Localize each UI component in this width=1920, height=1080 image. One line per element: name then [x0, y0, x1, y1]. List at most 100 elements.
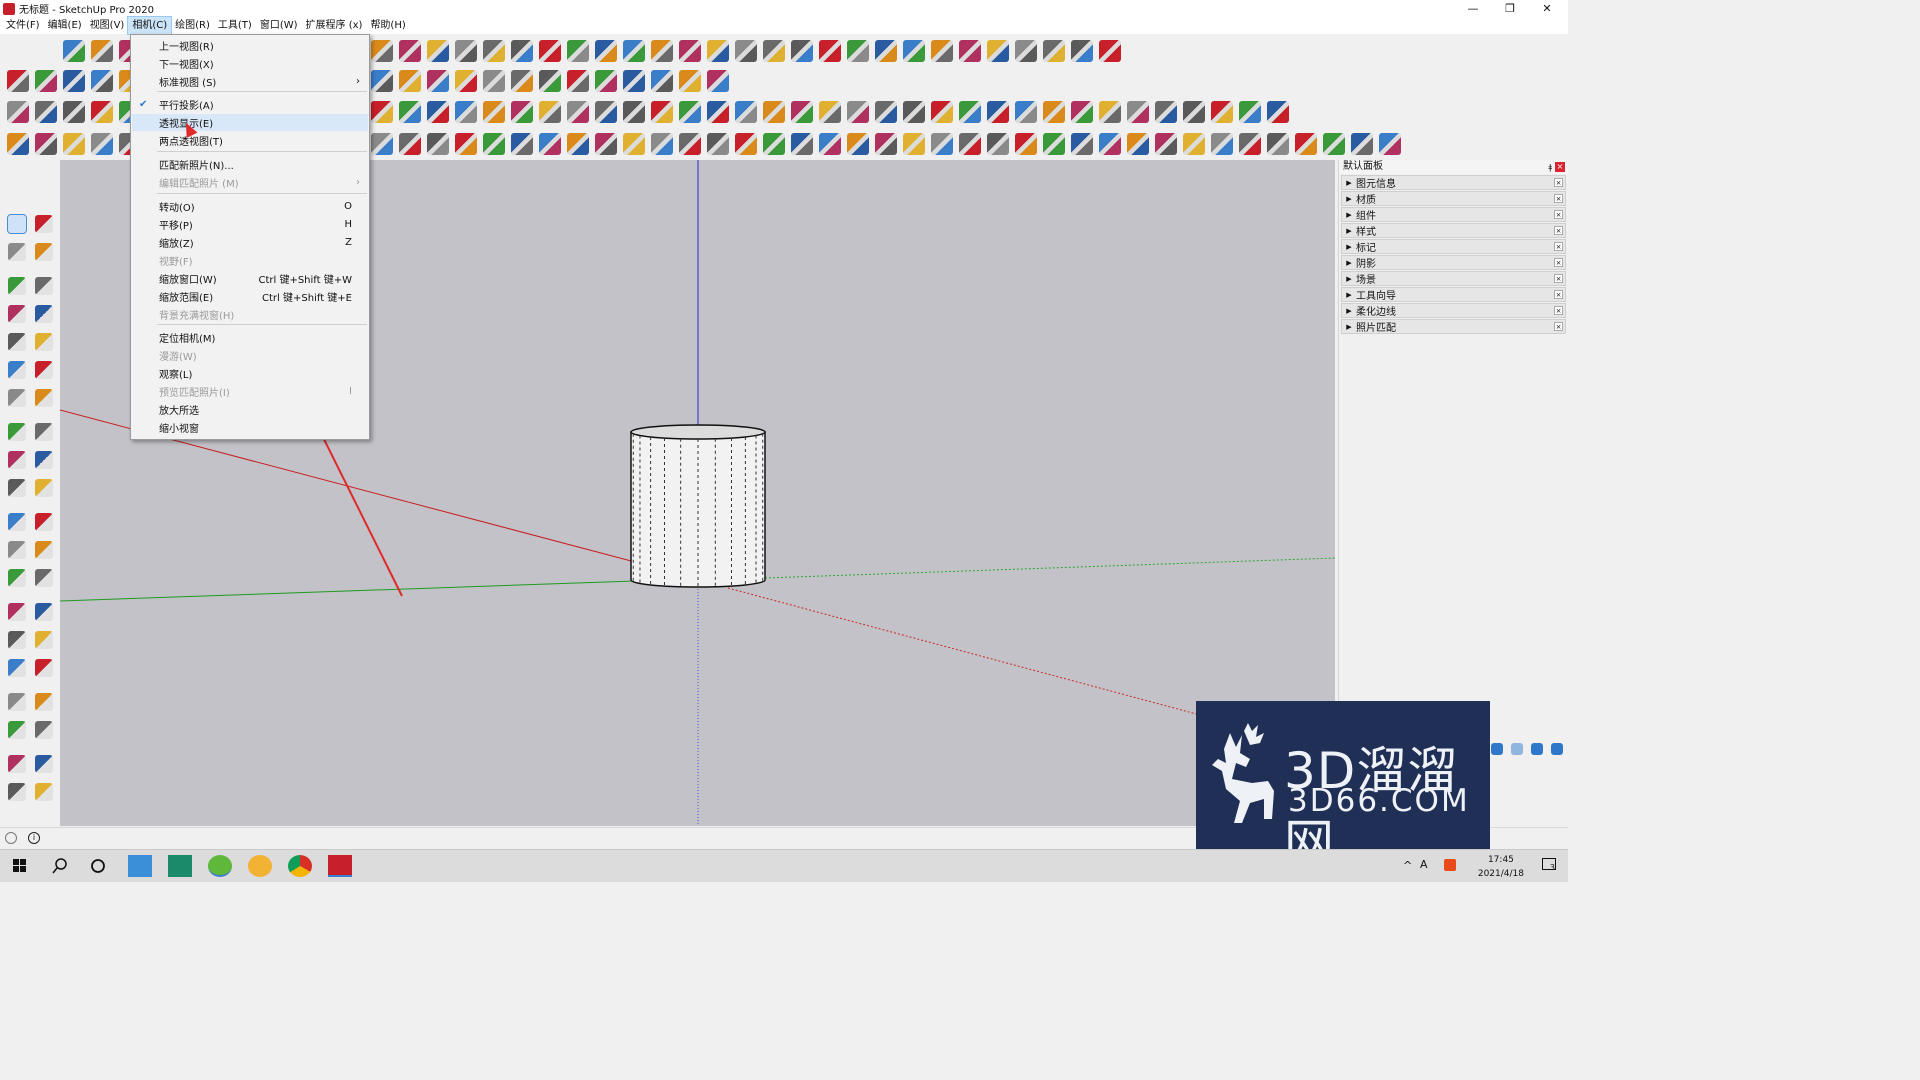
- left-tool-icon[interactable]: [7, 214, 27, 234]
- tray-panel[interactable]: ▶ 照片匹配 ×: [1341, 319, 1566, 334]
- toolbar-tool-icon[interactable]: [1351, 133, 1373, 155]
- toolbar-tool-icon[interactable]: [511, 101, 533, 123]
- desktop-app-icon[interactable]: [128, 855, 152, 877]
- toolbar-tool-icon[interactable]: [847, 133, 869, 155]
- left-tool-icon[interactable]: [8, 333, 26, 351]
- tray-panel[interactable]: ▶ 标记 ×: [1341, 239, 1566, 254]
- toolbar-tool-icon[interactable]: [1071, 101, 1093, 123]
- toolbar-tool-icon[interactable]: [791, 133, 813, 155]
- toolbar-tool-icon[interactable]: [1015, 40, 1037, 62]
- toolbar-tool-icon[interactable]: [511, 133, 533, 155]
- panel-close-icon[interactable]: ×: [1554, 322, 1563, 331]
- users-icon[interactable]: [1511, 743, 1523, 755]
- toolbar-tool-icon[interactable]: [567, 40, 589, 62]
- left-tool-icon[interactable]: [35, 333, 53, 351]
- toolbar-tool-icon[interactable]: [427, 101, 449, 123]
- toolbar-tool-icon[interactable]: [567, 70, 589, 92]
- toolbar-tool-icon[interactable]: [455, 101, 477, 123]
- toolbar-tool-icon[interactable]: [931, 101, 953, 123]
- toolbar-tool-icon[interactable]: [903, 40, 925, 62]
- left-tool-icon[interactable]: [8, 513, 26, 531]
- toolbar-tool-icon[interactable]: [791, 101, 813, 123]
- toolbar-tool-icon[interactable]: [371, 101, 393, 123]
- toolbar-tool-icon[interactable]: [1043, 101, 1065, 123]
- menu-extensions[interactable]: 扩展程序 (x): [302, 17, 367, 34]
- toolbar-tool-icon[interactable]: [539, 101, 561, 123]
- ime-icon[interactable]: A: [1420, 858, 1428, 871]
- toolbar-tool-icon[interactable]: [623, 101, 645, 123]
- toolbar-tool-icon[interactable]: [63, 133, 85, 155]
- tray-panel[interactable]: ▶ 柔化边线 ×: [1341, 303, 1566, 318]
- left-tool-icon[interactable]: [8, 541, 26, 559]
- camera-menu-item[interactable]: 缩放(Z) Z: [132, 234, 368, 251]
- tray-close-icon[interactable]: ×: [1555, 162, 1565, 172]
- toolbar-tool-icon[interactable]: [819, 40, 841, 62]
- toolbar-tool-icon[interactable]: [707, 70, 729, 92]
- wechat-app-icon[interactable]: [208, 855, 232, 877]
- panel-close-icon[interactable]: ×: [1554, 306, 1563, 315]
- toolbar-tool-icon[interactable]: [427, 70, 449, 92]
- left-tool-icon[interactable]: [35, 755, 53, 773]
- toolbar-tool-icon[interactable]: [35, 101, 57, 123]
- toolbar-tool-icon[interactable]: [679, 40, 701, 62]
- toolbar-tool-icon[interactable]: [63, 70, 85, 92]
- toolbar-tool-icon[interactable]: [399, 40, 421, 62]
- toolbar-tool-icon[interactable]: [1127, 133, 1149, 155]
- toolbar-tool-icon[interactable]: [707, 101, 729, 123]
- toolbar-tool-icon[interactable]: [679, 133, 701, 155]
- toolbar-tool-icon[interactable]: [1043, 40, 1065, 62]
- panel-close-icon[interactable]: ×: [1554, 290, 1563, 299]
- toolbar-tool-icon[interactable]: [483, 70, 505, 92]
- menu-file[interactable]: 文件(F): [2, 17, 44, 34]
- toolbar-tool-icon[interactable]: [959, 40, 981, 62]
- toolbar-tool-icon[interactable]: [483, 133, 505, 155]
- camera-menu-item[interactable]: 观察(L): [132, 365, 368, 382]
- toolbar-tool-icon[interactable]: [875, 40, 897, 62]
- toolbar-tool-icon[interactable]: [371, 133, 393, 155]
- restore-icon[interactable]: ❐: [1492, 0, 1528, 17]
- toolbar-tool-icon[interactable]: [651, 101, 673, 123]
- toolbar-tool-icon[interactable]: [847, 40, 869, 62]
- camera-menu-item[interactable]: 下一视图(X): [132, 55, 368, 72]
- menu-view[interactable]: 视图(V): [86, 17, 129, 34]
- toolbar-tool-icon[interactable]: [987, 101, 1009, 123]
- keyboard-icon[interactable]: [1491, 743, 1503, 755]
- camera-menu-item[interactable]: 两点透视图(T): [132, 132, 368, 149]
- toolbar-tool-icon[interactable]: [455, 133, 477, 155]
- toolbar-tool-icon[interactable]: [763, 133, 785, 155]
- toolbar-tool-icon[interactable]: [35, 70, 57, 92]
- search-icon[interactable]: [48, 855, 72, 877]
- menu-draw[interactable]: 绘图(R): [171, 17, 214, 34]
- camera-menu-item[interactable]: 平移(P) H: [132, 216, 368, 233]
- toolbar-tool-icon[interactable]: [483, 101, 505, 123]
- panel-close-icon[interactable]: ×: [1554, 258, 1563, 267]
- toolbar-tool-icon[interactable]: [91, 133, 113, 155]
- toolbar-tool-icon[interactable]: [623, 70, 645, 92]
- left-tool-icon[interactable]: [35, 479, 53, 497]
- toolbar-tool-icon[interactable]: [1239, 133, 1261, 155]
- left-tool-icon[interactable]: [8, 479, 26, 497]
- tray-panel[interactable]: ▶ 工具向导 ×: [1341, 287, 1566, 302]
- toolbar-tool-icon[interactable]: [707, 40, 729, 62]
- toolbar-tool-icon[interactable]: [399, 101, 421, 123]
- toolbar-tool-icon[interactable]: [1099, 40, 1121, 62]
- toolbar-tool-icon[interactable]: [91, 40, 113, 62]
- toolbar-tool-icon[interactable]: [511, 70, 533, 92]
- toolbar-tool-icon[interactable]: [903, 101, 925, 123]
- tray-panel[interactable]: ▶ 样式 ×: [1341, 223, 1566, 238]
- toolbar-tool-icon[interactable]: [1323, 133, 1345, 155]
- sogou-icon[interactable]: [1444, 859, 1456, 871]
- toolbar-tool-icon[interactable]: [931, 133, 953, 155]
- menu-tools[interactable]: 工具(T): [214, 17, 256, 34]
- close-icon[interactable]: ✕: [1529, 0, 1565, 17]
- toolbar-tool-icon[interactable]: [875, 133, 897, 155]
- left-tool-icon[interactable]: [8, 361, 26, 379]
- toolbar-tool-icon[interactable]: [427, 40, 449, 62]
- toolbar-tool-icon[interactable]: [707, 133, 729, 155]
- toolbar-tool-icon[interactable]: [1015, 101, 1037, 123]
- geolocation-icon[interactable]: [5, 832, 17, 844]
- toolbar-tool-icon[interactable]: [1183, 101, 1205, 123]
- info-icon[interactable]: i: [28, 832, 40, 844]
- toolbar-tool-icon[interactable]: [1071, 40, 1093, 62]
- toolbar-tool-icon[interactable]: [1267, 101, 1289, 123]
